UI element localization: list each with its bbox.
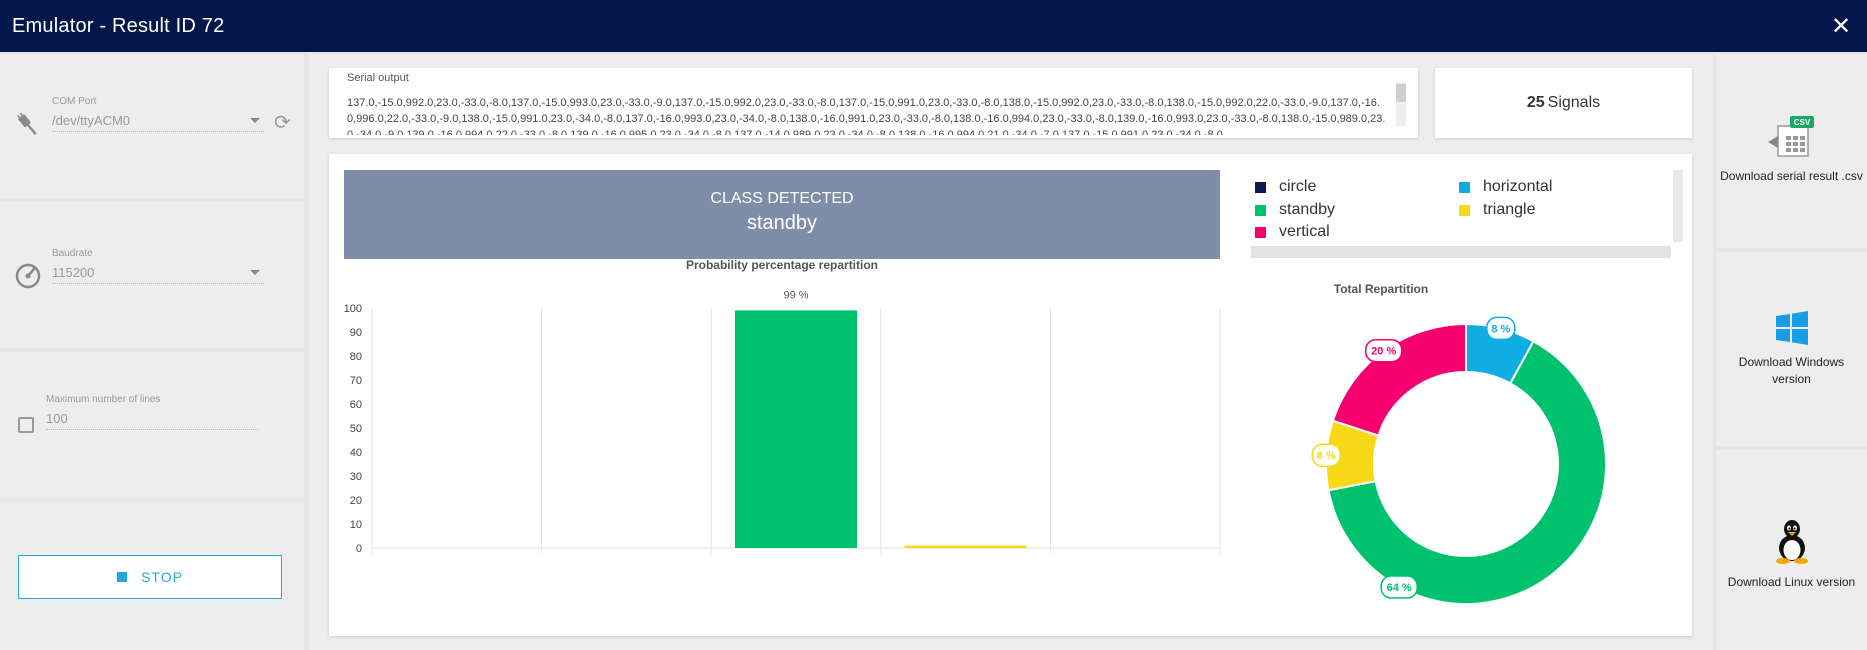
legend-swatch: [1255, 181, 1266, 193]
chevron-down-icon: [250, 270, 260, 275]
csv-file-icon: CSV: [1767, 116, 1814, 157]
legend-item[interactable]: standby: [1255, 201, 1335, 219]
bar-chart-y-tick-label: 40: [350, 447, 362, 459]
right-panel: CSV Download serial result .csv Download…: [1716, 54, 1867, 650]
gauge-icon: [15, 263, 41, 289]
download-linux-label: Download Linux version: [1727, 575, 1856, 589]
main-panel: Serial output 137.0,-15.0,992.0,23.0,-33…: [309, 54, 1713, 650]
stop-button-label: STOP: [141, 569, 183, 585]
chevron-down-icon: [250, 118, 260, 123]
max-lines-placeholder: 100: [46, 411, 68, 426]
com-port-value: /dev/ttyACM0: [52, 113, 131, 128]
class-detected-label: CLASS DETECTED: [710, 190, 854, 207]
usb-plug-icon: [17, 112, 37, 135]
chart-legend: circle horizontal standby triangle verti…: [1251, 170, 1683, 258]
legend-label: horizontal: [1483, 178, 1553, 195]
stop-button[interactable]: STOP: [18, 555, 282, 599]
com-port-field[interactable]: COM Port /dev/ttyACM0: [52, 96, 264, 132]
bar-standby: [734, 310, 858, 548]
max-lines-checkbox[interactable]: [18, 417, 34, 433]
bar-data-label: 99 %: [783, 289, 808, 301]
download-windows-label: Download Windows version: [1738, 355, 1845, 386]
left-panel: COM Port /dev/ttyACM0 ⟳ Baudrate 115200 …: [0, 54, 306, 650]
serial-output-card: Serial output 137.0,-15.0,992.0,23.0,-33…: [329, 68, 1418, 138]
bar-chart-y-tick-label: 0: [356, 543, 362, 555]
legend-swatch: [1459, 181, 1470, 193]
baudrate-card: Baudrate 115200: [0, 202, 304, 348]
bar-triangle: [904, 545, 1027, 548]
baudrate-value: 115200: [52, 265, 95, 280]
serial-output-text[interactable]: 137.0,-15.0,992.0,23.0,-33.0,-8.0,137.0,…: [347, 95, 1387, 135]
max-lines-label: Maximum number of lines: [46, 394, 161, 405]
donut-label-text: 64 %: [1387, 582, 1412, 594]
legend-horizontal-scrollbar[interactable]: [1251, 246, 1671, 258]
bar-chart-y-tick-label: 90: [350, 327, 362, 339]
legend-label: circle: [1279, 178, 1317, 195]
legend-label: vertical: [1279, 223, 1330, 240]
max-lines-field: Maximum number of lines 100: [46, 394, 258, 430]
com-port-select[interactable]: /dev/ttyACM0: [52, 113, 264, 132]
com-port-label: COM Port: [52, 96, 97, 107]
legend-swatch: [1255, 226, 1266, 238]
stop-icon: [117, 572, 128, 582]
window-title: Emulator - Result ID 72: [12, 14, 225, 37]
donut-data-label: 64 %: [1380, 575, 1418, 599]
bar-chart-title: Probability percentage repartition: [685, 258, 879, 272]
baudrate-label: Baudrate: [52, 248, 93, 259]
legend-label: triangle: [1483, 201, 1536, 218]
serial-scrollbar[interactable]: [1396, 82, 1406, 126]
signals-count: 25: [1526, 94, 1545, 111]
bar-chart-y-tick-label: 50: [350, 423, 362, 435]
legend-item[interactable]: triangle: [1459, 201, 1535, 219]
bar-chart-y-tick-label: 60: [350, 399, 362, 411]
results-card: CLASS DETECTED standby circle horizontal…: [329, 154, 1692, 636]
legend-item[interactable]: horizontal: [1459, 178, 1552, 196]
download-csv-button[interactable]: CSV Download serial result .csv: [1716, 54, 1867, 248]
donut-label-text: 8 %: [1491, 323, 1510, 335]
bar-chart: 0 10 20 30 40 50 60 70 80 90 100 99 %: [344, 289, 1221, 555]
refresh-icon[interactable]: ⟳: [274, 110, 291, 135]
legend-swatch: [1459, 204, 1470, 216]
max-lines-card: Maximum number of lines 100: [0, 352, 304, 498]
title-bar: Emulator - Result ID 72 ✕: [0, 0, 1867, 52]
signals-label: Signals: [1547, 94, 1601, 111]
donut-data-label: 20 %: [1364, 338, 1403, 363]
download-windows-button[interactable]: Download Windows version: [1716, 252, 1867, 446]
donut-chart: 8 % 64 % 8 % 20 %: [1311, 316, 1607, 605]
class-detected-value: standby: [746, 212, 818, 234]
bar-chart-y-tick-label: 100: [344, 303, 362, 315]
legend-swatch: [1255, 204, 1266, 216]
legend-item[interactable]: circle: [1255, 178, 1316, 196]
legend-label: standby: [1279, 201, 1336, 218]
bar-chart-y-tick-label: 10: [350, 519, 362, 531]
baudrate-field[interactable]: Baudrate 115200: [52, 248, 264, 284]
class-detected-box: CLASS DETECTED standby: [344, 170, 1220, 259]
linux-tux-icon: [1775, 520, 1808, 564]
baudrate-select[interactable]: 115200: [52, 265, 264, 284]
com-port-card: COM Port /dev/ttyACM0 ⟳: [0, 54, 304, 198]
download-csv-label: Download serial result .csv: [1720, 169, 1863, 183]
bar-chart-y-tick-label: 20: [350, 495, 362, 507]
csv-icon-text: CSV: [1793, 118, 1810, 127]
donut-label-text: 8 %: [1317, 450, 1336, 462]
windows-logo-icon: [1775, 311, 1808, 345]
close-icon[interactable]: ✕: [1827, 12, 1855, 41]
donut-data-label: 8 %: [1311, 443, 1342, 467]
legend-item[interactable]: vertical: [1255, 223, 1330, 241]
donut-slice-vertical: [1331, 322, 1467, 437]
bar-chart-y-tick-label: 30: [350, 471, 362, 483]
signals-card: 25 Signals: [1435, 68, 1692, 138]
stop-card: STOP: [0, 502, 304, 650]
bar-chart-y-tick-label: 70: [350, 375, 362, 387]
donut-data-label: 8 %: [1486, 316, 1516, 341]
download-linux-button[interactable]: Download Linux version: [1716, 450, 1867, 650]
bar-chart-y-tick-label: 80: [350, 351, 362, 363]
serial-output-label: Serial output: [347, 72, 409, 84]
donut-label-text: 20 %: [1371, 346, 1396, 358]
max-lines-input[interactable]: 100: [46, 411, 258, 430]
legend-vertical-scrollbar[interactable]: [1673, 170, 1683, 242]
